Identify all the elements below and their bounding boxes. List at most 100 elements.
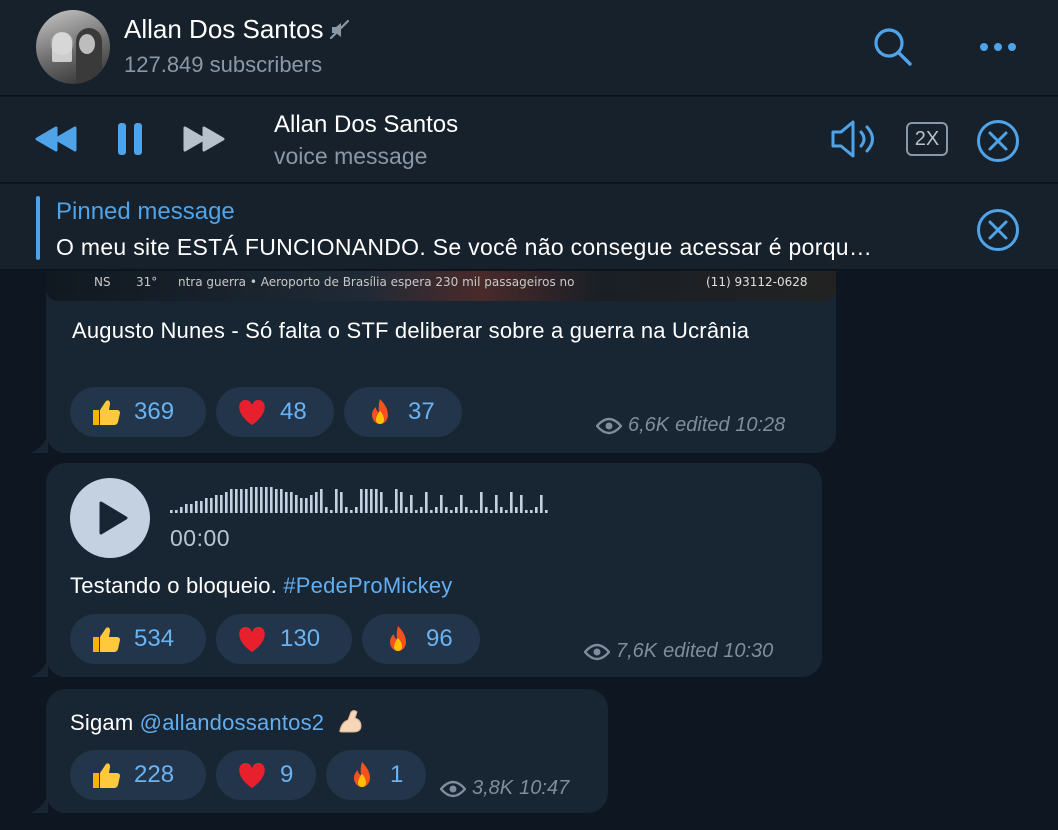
thumbs-up-icon xyxy=(93,627,120,652)
eye-icon xyxy=(440,780,466,797)
volume-icon[interactable] xyxy=(830,117,882,161)
fire-icon xyxy=(390,626,406,651)
close-pinned-icon[interactable] xyxy=(976,208,1020,252)
waveform-bar xyxy=(365,489,368,513)
reaction-thumbs-up[interactable]: 534 xyxy=(70,614,206,664)
reaction-fire[interactable]: 1 xyxy=(326,750,426,800)
fast-forward-icon[interactable] xyxy=(182,125,226,153)
channel-title[interactable]: Allan Dos Santos xyxy=(124,14,351,45)
ticker-text: ntra guerra • Aeroporto de Brasília espe… xyxy=(178,275,575,289)
waveform-bar xyxy=(515,507,518,513)
waveform-bar xyxy=(175,510,178,513)
waveform-bar xyxy=(310,495,313,513)
waveform-bar xyxy=(200,501,203,513)
waveform-bar xyxy=(290,492,293,513)
subscriber-count: 127.849 subscribers xyxy=(124,52,323,77)
waveform-bar xyxy=(295,495,298,513)
bubble-tail xyxy=(30,659,48,677)
reaction-count: 130 xyxy=(280,625,321,652)
reaction-count: 9 xyxy=(280,761,294,788)
reaction-fire[interactable]: 37 xyxy=(344,387,462,437)
reaction-heart[interactable]: 130 xyxy=(216,614,352,664)
reaction-heart[interactable]: 48 xyxy=(216,387,334,437)
view-count: 6,6K xyxy=(628,414,670,436)
waveform-bar xyxy=(250,487,253,513)
reaction-count: 534 xyxy=(134,625,175,652)
more-dots-icon[interactable] xyxy=(976,34,1020,60)
waveform-bar xyxy=(535,507,538,513)
waveform-bar xyxy=(330,510,333,513)
view-count: 7,6K xyxy=(616,640,658,662)
waveform-bar xyxy=(345,507,348,513)
waveform-bar xyxy=(300,498,303,513)
player-title[interactable]: Allan Dos Santos xyxy=(274,111,458,139)
message-text: Testando o bloqueio. #PedeProMickey xyxy=(70,570,810,601)
heart-icon xyxy=(239,626,265,652)
waveform-bar xyxy=(230,489,233,513)
waveform-bar xyxy=(180,507,183,513)
waveform-bar xyxy=(340,492,343,513)
waveform-bar xyxy=(390,510,393,513)
waveform-bar xyxy=(435,507,438,513)
waveform-bar xyxy=(500,507,503,513)
waveform-bar xyxy=(210,498,213,513)
waveform-bar xyxy=(460,495,463,513)
reaction-count: 96 xyxy=(426,625,453,652)
player-subtitle: voice message xyxy=(274,143,428,169)
message-time: edited 10:28 xyxy=(675,414,786,436)
pinned-text: O meu site ESTÁ FUNCIONANDO. Se você não… xyxy=(56,234,873,260)
play-voice-button[interactable] xyxy=(70,478,150,558)
video-thumbnail[interactable]: NS 31° ntra guerra • Aeroporto de Brasíl… xyxy=(46,271,836,301)
waveform-bar xyxy=(370,489,373,513)
waveform-bar xyxy=(270,487,273,513)
message-meta: 3,8K 10:47 xyxy=(440,777,569,800)
voice-waveform[interactable] xyxy=(170,487,570,515)
flexed-biceps-icon xyxy=(338,710,362,733)
reaction-thumbs-up[interactable]: 369 xyxy=(70,387,206,437)
waveform-bar xyxy=(450,510,453,513)
waveform-bar xyxy=(405,507,408,513)
playback-speed-button[interactable]: 2X xyxy=(906,122,948,156)
waveform-bar xyxy=(395,489,398,513)
audio-player-bar: Allan Dos Santos voice message 2X xyxy=(0,97,1058,183)
reaction-heart[interactable]: 9 xyxy=(216,750,316,800)
waveform-bar xyxy=(185,504,188,513)
pause-icon[interactable] xyxy=(116,121,144,157)
reaction-count: 369 xyxy=(134,398,175,425)
reaction-thumbs-up[interactable]: 228 xyxy=(70,750,206,800)
waveform-bar xyxy=(455,507,458,513)
close-player-icon[interactable] xyxy=(976,119,1020,163)
waveform-bar xyxy=(380,492,383,513)
thumbs-up-icon xyxy=(93,400,120,425)
waveform-bar xyxy=(525,510,528,513)
waveform-bar xyxy=(410,495,413,513)
play-icon xyxy=(99,501,128,535)
waveform-bar xyxy=(490,510,493,513)
chat-header: Allan Dos Santos 127.849 subscribers xyxy=(0,0,1058,96)
waveform-bar xyxy=(530,510,533,513)
waveform-bar xyxy=(355,507,358,513)
mention-link[interactable]: @allandossantos2 xyxy=(140,710,325,735)
pinned-accent-bar xyxy=(36,196,40,260)
waveform-bar xyxy=(480,492,483,513)
waveform-bar xyxy=(385,507,388,513)
waveform-bar xyxy=(235,489,238,513)
channel-avatar[interactable] xyxy=(36,10,110,84)
message-text-plain: Testando o bloqueio. xyxy=(70,573,284,598)
hashtag-link[interactable]: #PedeProMickey xyxy=(283,573,452,598)
message-meta: 6,6K edited 10:28 xyxy=(596,414,785,437)
search-icon[interactable] xyxy=(870,25,914,69)
waveform-bar xyxy=(540,495,543,513)
waveform-bar xyxy=(430,510,433,513)
waveform-bar xyxy=(315,492,318,513)
reaction-count: 37 xyxy=(408,398,435,425)
voice-duration: 00:00 xyxy=(170,525,231,551)
eye-icon xyxy=(596,417,622,434)
waveform-bar xyxy=(440,495,443,513)
ticker-left: NS xyxy=(94,275,111,289)
heart-icon xyxy=(239,762,265,788)
pinned-message-bar[interactable]: Pinned message O meu site ESTÁ FUNCIONAN… xyxy=(0,184,1058,270)
rewind-icon[interactable] xyxy=(34,125,78,153)
reaction-fire[interactable]: 96 xyxy=(362,614,480,664)
waveform-bar xyxy=(170,510,173,513)
